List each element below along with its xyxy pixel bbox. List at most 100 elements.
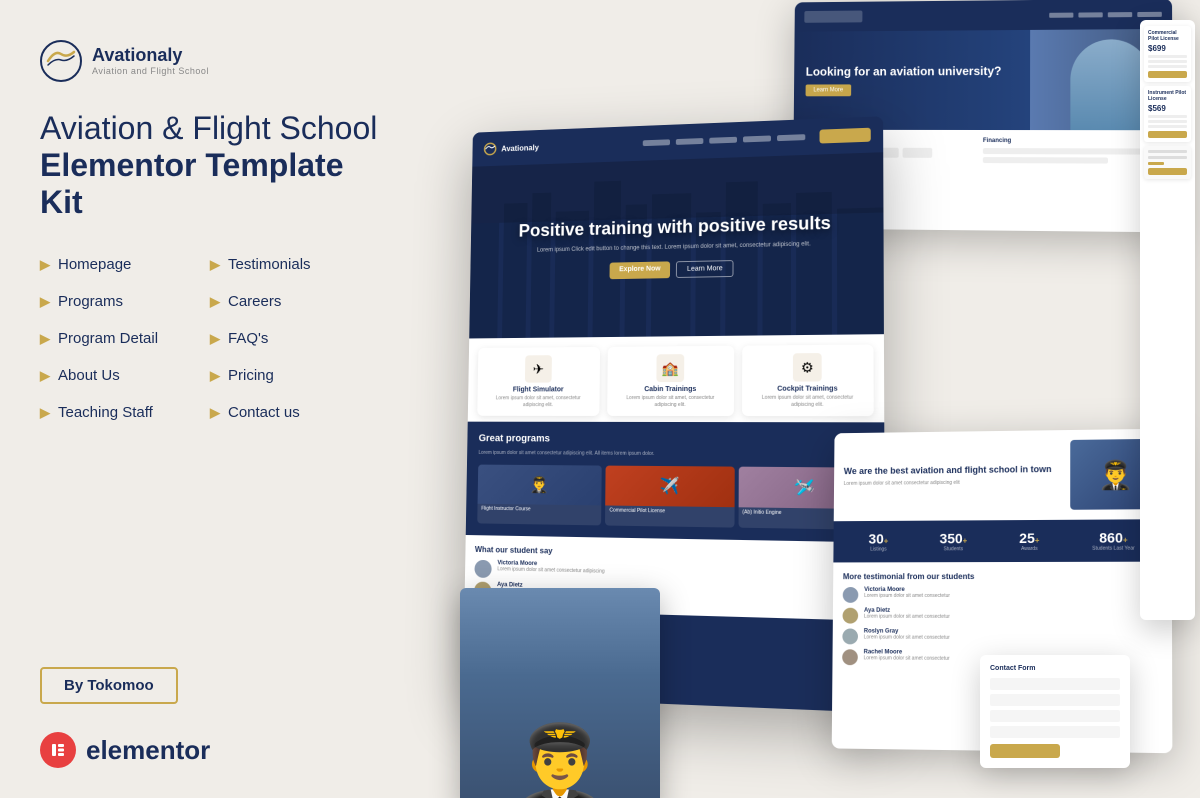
nav-label-contact: Contact us — [228, 404, 300, 421]
br-test-content-1: Victoria Moore Lorem ipsum dolor sit ame… — [864, 587, 950, 599]
tr-nav — [1049, 11, 1162, 17]
br-stat-num-3: 25+ — [1019, 530, 1039, 546]
br-stat-label-1: Listings — [869, 547, 889, 553]
ms-card-text-flight: Lorem ipsum dolor sit amet, consectetur … — [485, 395, 592, 408]
fr-card-label-2: Instrument Pilot License — [1148, 90, 1187, 102]
br-test-item-2: Aya Dietz Lorem ipsum dolor sit amet con… — [843, 608, 1162, 625]
ms-nav-logo-icon — [484, 142, 497, 156]
ms-hero-explore-btn[interactable]: Explore Now — [609, 262, 670, 280]
nav-arrow-icon: ▶ — [210, 257, 220, 273]
ms-card-text-cockpit: Lorem ipsum dolor sit amet, consectetur … — [750, 395, 865, 408]
nav-arrow-icon: ▶ — [210, 368, 220, 384]
fr-card-price-3 — [1148, 162, 1164, 165]
nav-label-homepage: Homepage — [58, 256, 131, 273]
nav-item-testimonials[interactable]: ▶ Testimonials — [210, 246, 380, 283]
nav-label-programs: Programs — [58, 293, 123, 310]
ms-card-title-cockpit: Cockpit Trainings — [750, 385, 865, 392]
main-title: Aviation & Flight School Elementor Templ… — [40, 110, 380, 220]
nav-arrow-icon: ▶ — [40, 405, 50, 421]
br-test-content-4: Rachel Moore Lorem ipsum dolor sit amet … — [864, 649, 950, 662]
fr-card-btn-2[interactable] — [1148, 131, 1187, 138]
fr-card-line — [1148, 125, 1187, 128]
tr-finance-line — [983, 157, 1108, 164]
br-stat-label-2: Students — [940, 546, 968, 552]
ms-prog-label-2: Commercial Pilot License — [605, 505, 734, 517]
br-stat-label-4: Students Last Year — [1092, 546, 1135, 552]
nav-arrow-icon: ▶ — [210, 294, 220, 310]
fr-card-line — [1148, 60, 1187, 63]
nav-label-teaching-staff: Teaching Staff — [58, 404, 153, 421]
ms-card-text-cabin: Lorem ipsum dolor sit amet, consectetur … — [615, 395, 726, 408]
br-test-title: More testimonial from our students — [843, 572, 1162, 581]
contact-field-1[interactable] — [990, 678, 1120, 690]
br-stat-1: 30+ Listings — [869, 531, 889, 553]
contact-field-3[interactable] — [990, 710, 1120, 722]
br-test-item-3: Roslyn Gray Lorem ipsum dolor sit amet c… — [842, 628, 1161, 645]
ms-programs-grid: 👨‍✈️ Flight Instructor Course ✈️ Commerc… — [477, 465, 872, 530]
ms-nav-logo-area: Avationaly — [484, 140, 539, 155]
nav-item-program-detail[interactable]: ▶ Program Detail — [40, 320, 210, 357]
ms-hero-learn-btn[interactable]: Learn More — [676, 261, 733, 279]
br-test-content-3: Roslyn Gray Lorem ipsum dolor sit amet c… — [864, 629, 950, 642]
nav-item-programs[interactable]: ▶ Programs — [40, 283, 210, 320]
bottom-photo-strip: 👨‍✈️ — [460, 588, 660, 798]
br-top-section: We are the best aviation and flight scho… — [834, 429, 1172, 522]
br-staff-icon: 👨‍✈️ — [1098, 458, 1133, 491]
ms-hero-subtitle: Lorem ipsum Click edit button to change … — [518, 240, 831, 255]
nav-item-teaching-staff[interactable]: ▶ Teaching Staff — [40, 394, 210, 431]
contact-form-strip: Contact Form — [980, 655, 1130, 768]
nav-arrow-icon: ▶ — [40, 368, 50, 384]
nav-label-careers: Careers — [228, 293, 281, 310]
ms-nav-link — [777, 134, 805, 141]
nav-arrow-icon: ▶ — [210, 405, 220, 421]
br-stat-num-1: 30+ — [869, 531, 889, 547]
tr-finance-line — [983, 148, 1162, 155]
fr-card-line — [1148, 115, 1187, 118]
ms-programs: Great programs Lorem ipsum dolor sit ame… — [466, 422, 885, 543]
tr-nav-item — [1078, 12, 1102, 17]
br-best-text: Lorem ipsum dolor sit amet consectetur a… — [844, 479, 1063, 488]
br-stat-3: 25+ Awards — [1019, 530, 1039, 552]
br-stat-2: 350+ Students — [940, 530, 968, 552]
fr-card-btn-3[interactable] — [1148, 168, 1187, 175]
nav-arrow-icon: ▶ — [40, 294, 50, 310]
logo-area: Avationaly Aviation and Flight School — [40, 40, 380, 82]
ms-card-icon-cabin: 🏫 — [656, 354, 684, 382]
ms-test-avatar-1 — [474, 560, 491, 578]
logo-text-block: Avationaly Aviation and Flight School — [92, 46, 209, 76]
ms-nav-link — [643, 139, 670, 146]
br-stat-4: 860+ Students Last Year — [1092, 529, 1135, 551]
right-panel: Looking for an aviation university? Lear… — [400, 0, 1200, 798]
fr-card-line — [1148, 65, 1187, 68]
by-tokomoo-badge: By Tokomoo — [40, 667, 178, 704]
nav-arrow-icon: ▶ — [210, 331, 220, 347]
nav-item-contact[interactable]: ▶ Contact us — [210, 394, 380, 431]
contact-field-2[interactable] — [990, 694, 1120, 706]
nav-label-pricing: Pricing — [228, 367, 274, 384]
nav-item-homepage[interactable]: ▶ Homepage — [40, 246, 210, 283]
contact-field-4[interactable] — [990, 726, 1120, 738]
fr-content: Commercial Pilot License $699 Instrument… — [1140, 20, 1195, 189]
ms-card-title-cabin: Cabin Trainings — [615, 386, 726, 393]
br-best-school: We are the best aviation and flight scho… — [844, 464, 1063, 488]
contact-submit-btn[interactable] — [990, 744, 1060, 758]
contact-form-title: Contact Form — [990, 665, 1120, 672]
ms-prog-img-1: 👨‍✈️ — [478, 465, 602, 506]
ms-cards: ✈ Flight Simulator Lorem ipsum dolor sit… — [468, 334, 885, 422]
tr-hero: Looking for an aviation university? Lear… — [794, 29, 1173, 130]
elementor-badge: elementor — [40, 732, 380, 768]
ms-card-icon-flight: ✈ — [525, 355, 552, 382]
ms-nav-brand: Avationaly — [501, 143, 539, 153]
nav-item-careers[interactable]: ▶ Careers — [210, 283, 380, 320]
br-stat-label-3: Awards — [1019, 546, 1039, 552]
ms-card-cabin: 🏫 Cabin Trainings Lorem ipsum dolor sit … — [607, 346, 734, 416]
heading-line1: Aviation & Flight School — [40, 110, 377, 146]
fr-card-2: Instrument Pilot License $569 — [1144, 86, 1191, 142]
tr-hero-title: Looking for an aviation university? — [806, 64, 1002, 79]
fr-card-line — [1148, 55, 1187, 58]
fr-card-btn-1[interactable] — [1148, 71, 1187, 78]
nav-item-pricing[interactable]: ▶ Pricing — [210, 357, 380, 394]
nav-item-faqs[interactable]: ▶ FAQ's — [210, 320, 380, 357]
nav-arrow-icon: ▶ — [40, 257, 50, 273]
nav-item-about-us[interactable]: ▶ About Us — [40, 357, 210, 394]
